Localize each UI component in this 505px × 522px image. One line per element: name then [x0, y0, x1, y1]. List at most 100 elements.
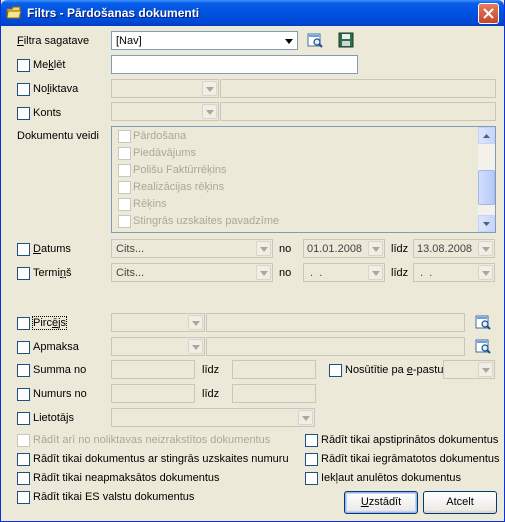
chevron-down-icon[interactable]	[256, 241, 271, 256]
user-checkbox[interactable]	[17, 412, 30, 425]
option-checkbox[interactable]	[17, 434, 30, 447]
search-checkbox[interactable]	[17, 59, 30, 72]
account-label: Konts	[33, 107, 62, 119]
sum-label: Summa no	[33, 364, 87, 376]
doc-types-list[interactable]: Pārdošana Piedāvājums Polišu Faktūrrēķin…	[111, 126, 496, 233]
email-select[interactable]	[443, 360, 495, 379]
term-from-input[interactable]: . .	[303, 263, 385, 282]
chevron-down-icon[interactable]	[478, 241, 493, 256]
term-from-label: no	[279, 267, 292, 279]
account-select[interactable]	[111, 102, 219, 121]
doc-type-label: Stingrās uzskaites pavadzīme	[133, 215, 280, 227]
scroll-up-button[interactable]	[478, 127, 495, 144]
chevron-down-icon[interactable]	[478, 265, 493, 280]
option-checkbox[interactable]	[17, 472, 30, 485]
number-from-input[interactable]	[111, 384, 195, 403]
chevron-down-icon[interactable]	[478, 362, 493, 377]
date-from-input[interactable]: 01.01.2008	[303, 239, 385, 258]
account-name-field	[220, 102, 496, 121]
template-value: [Nav]	[116, 35, 142, 47]
buyer-label: Pircējs	[31, 316, 68, 330]
chevron-down-icon[interactable]	[298, 410, 313, 425]
doc-type-checkbox[interactable]	[118, 147, 131, 160]
sum-from-input[interactable]	[111, 360, 195, 379]
magnifier-icon[interactable]	[475, 338, 491, 354]
doc-type-checkbox[interactable]	[118, 130, 131, 143]
search-input[interactable]	[111, 55, 358, 74]
date-from-label: no	[279, 243, 292, 255]
filter-dialog: Filtrs - Pārdošanas dokumenti Filtra sag…	[0, 0, 505, 522]
date-to-input[interactable]: 13.08.2008	[413, 239, 495, 258]
email-checkbox[interactable]	[329, 364, 342, 377]
number-to-input[interactable]	[232, 384, 316, 403]
chevron-down-icon[interactable]	[256, 265, 271, 280]
payment-checkbox[interactable]	[17, 341, 30, 354]
option-checkbox[interactable]	[17, 491, 30, 504]
magnifier-icon[interactable]	[475, 314, 491, 330]
chevron-down-icon[interactable]	[188, 315, 203, 330]
chevron-down-icon[interactable]	[188, 339, 203, 354]
doc-types-label: Dokumentu veidi	[17, 130, 99, 142]
folder-icon	[6, 6, 22, 19]
scroll-down-button[interactable]	[478, 215, 495, 232]
apply-button[interactable]: Uzstādīt	[344, 491, 418, 514]
buyer-name-field	[206, 313, 465, 332]
date-checkbox[interactable]	[17, 243, 30, 256]
option-label: Rādīt tikai dokumentus ar stingrās uzska…	[33, 453, 289, 465]
option-label: Rādīt tikai ES valstu dokumentus	[33, 491, 195, 503]
template-label: Filtra sagatave	[17, 35, 90, 47]
term-checkbox[interactable]	[17, 267, 30, 280]
doc-type-checkbox[interactable]	[118, 164, 131, 177]
doc-types-scrollbar[interactable]	[478, 127, 495, 232]
chevron-down-icon[interactable]	[202, 104, 217, 119]
date-to-label: līdz	[391, 243, 409, 255]
number-label: Numurs no	[33, 388, 87, 400]
option-label: Rādīt tikai neapmaksātos dokumentus	[33, 472, 220, 484]
floppy-disk-icon[interactable]	[338, 32, 354, 48]
doc-type-checkbox[interactable]	[118, 215, 131, 228]
template-select[interactable]: [Nav]	[111, 31, 298, 50]
user-label: Lietotājs	[33, 412, 74, 424]
account-checkbox[interactable]	[17, 107, 30, 120]
term-period-select[interactable]: Cits...	[111, 263, 273, 282]
chevron-down-icon[interactable]	[281, 33, 296, 48]
option-label: Rādīt tikai iegrāmatotos dokumentus	[321, 453, 500, 465]
cancel-button[interactable]: Atcelt	[423, 491, 497, 514]
option-label: Rādīt tikai apstiprinātos dokumentus	[321, 434, 499, 446]
option-checkbox[interactable]	[305, 453, 318, 466]
number-checkbox[interactable]	[17, 388, 30, 401]
payment-select[interactable]	[111, 337, 205, 356]
sum-to-label: līdz	[202, 364, 220, 376]
sum-checkbox[interactable]	[17, 364, 30, 377]
warehouse-label: Noliktava	[33, 83, 79, 95]
warehouse-name-field	[220, 79, 496, 98]
view-filter-icon[interactable]	[307, 32, 323, 48]
title-bar[interactable]: Filtrs - Pārdošanas dokumenti	[1, 0, 504, 26]
close-button[interactable]	[478, 3, 499, 24]
buyer-select[interactable]	[111, 313, 205, 332]
date-label: Datums	[33, 243, 71, 255]
doc-type-checkbox[interactable]	[118, 181, 131, 194]
scroll-thumb[interactable]	[478, 170, 495, 205]
doc-type-checkbox[interactable]	[118, 198, 131, 211]
warehouse-checkbox[interactable]	[17, 83, 30, 96]
term-to-label: līdz	[391, 267, 409, 279]
chevron-down-icon[interactable]	[368, 265, 383, 280]
term-to-input[interactable]: . .	[413, 263, 495, 282]
doc-type-label: Realizācijas rēķins	[133, 181, 225, 193]
option-checkbox[interactable]	[305, 472, 318, 485]
search-label: Meklēt	[33, 59, 66, 71]
warehouse-select[interactable]	[111, 79, 219, 98]
date-period-select[interactable]: Cits...	[111, 239, 273, 258]
option-checkbox[interactable]	[305, 434, 318, 447]
close-icon	[483, 8, 494, 19]
doc-type-label: Rēķins	[133, 198, 167, 210]
user-select[interactable]	[111, 408, 315, 427]
buyer-checkbox[interactable]	[17, 317, 30, 330]
option-label: Rādīt arī no noliktavas neizrakstītos do…	[33, 434, 271, 446]
chevron-down-icon[interactable]	[368, 241, 383, 256]
option-checkbox[interactable]	[17, 453, 30, 466]
sum-to-input[interactable]	[232, 360, 316, 379]
chevron-down-icon[interactable]	[202, 81, 217, 96]
doc-type-label: Polišu Faktūrrēķins	[133, 164, 227, 176]
